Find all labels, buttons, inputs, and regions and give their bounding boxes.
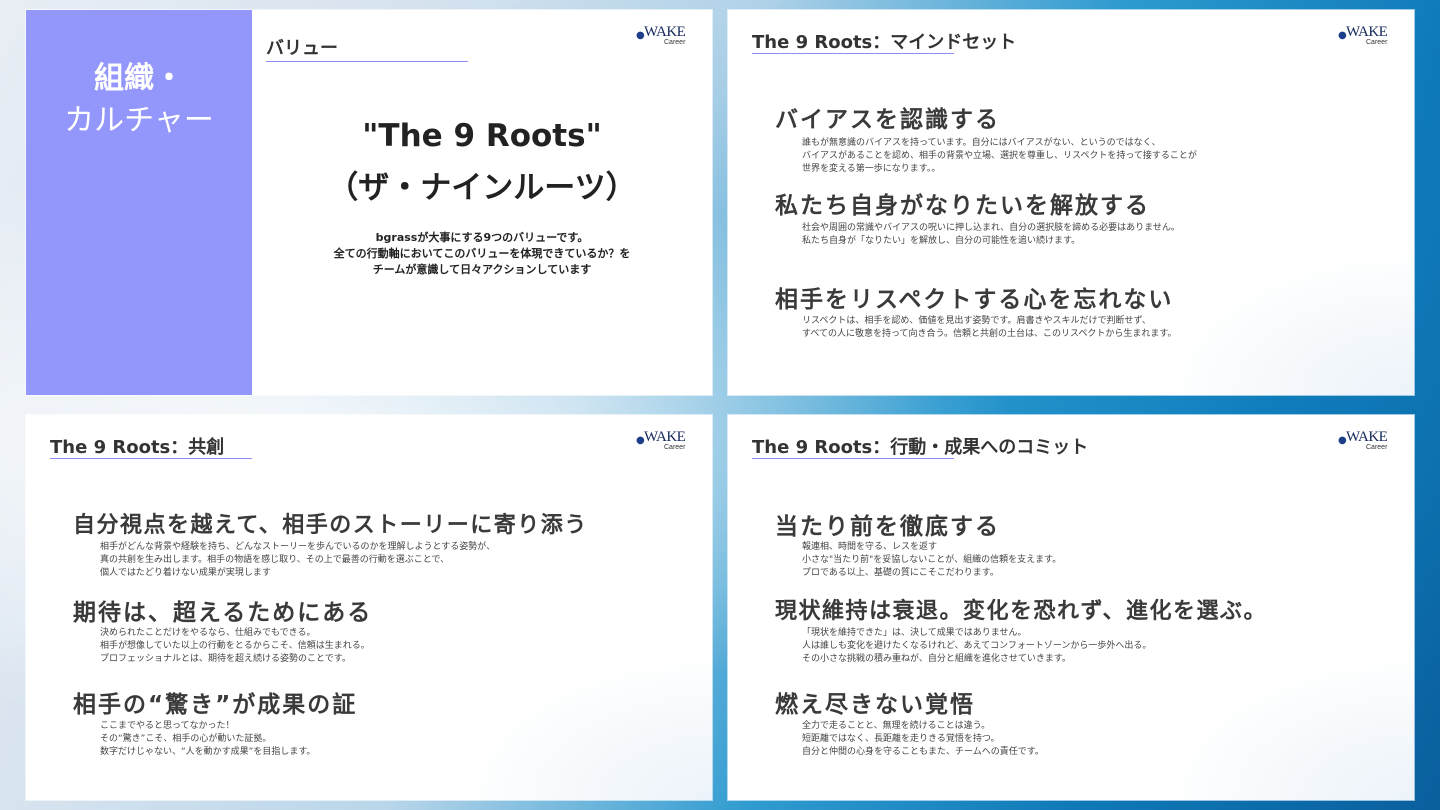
main-title-line1: "The 9 Roots" — [362, 118, 602, 154]
wake-logo: ● WAKE Career — [1338, 24, 1388, 46]
header-underline — [752, 53, 954, 54]
slide-header: The 9 Roots：マインドセット — [752, 32, 1017, 53]
slide-header: The 9 Roots：共創 — [50, 437, 225, 458]
value-description: 全力で走ることと、無理を続けることは違う。 短距離ではなく、長距離を走りきる覚悟… — [802, 721, 1044, 757]
slide-header: The 9 Roots：行動・成果へのコミット — [752, 437, 1089, 458]
value-description: リスペクトは、相手を認め、価値を見出す姿勢です。肩書きやスキルだけで判断せず、 … — [802, 316, 1177, 339]
wake-logo: ● WAKE Career — [1338, 429, 1388, 451]
value-description: 「現状を維持できた」は、決して成果ではありません。 人は誰しも変化を避けたくなる… — [802, 628, 1152, 664]
value-description: 誰もが無意識のバイアスを持っています。自分にはバイアスがない、というのではなく、… — [802, 138, 1197, 174]
header-underline — [50, 458, 252, 459]
description: bgrassが大事にする9つのバリューです。 全ての行動軸においてこのバリューを… — [333, 231, 631, 276]
side-panel: 組織・ カルチャー — [26, 10, 252, 395]
value-description: 相手がどんな背景や経験を持ち、どんなストーリーを歩んでいるのかを理解しようとする… — [100, 542, 496, 578]
value-description: ここまでやると思ってなかった！ その“驚き”こそ、相手の心が動いた証拠。 数字だ… — [100, 721, 316, 757]
value-title: 期待は、超えるためにある — [73, 600, 373, 626]
header-underline — [266, 61, 468, 62]
header-underline — [752, 458, 954, 459]
value-title: 相手の“驚き”が成果の証 — [73, 692, 358, 718]
value-title: 現状維持は衰退。変化を恐れず、進化を選ぶ。 — [775, 599, 1267, 624]
wake-logo: ● WAKE Career — [636, 24, 686, 46]
slide-values-intro: 組織・ カルチャー バリュー ● WAKE Career "The 9 Root… — [26, 10, 712, 395]
value-title: 当たり前を徹底する — [775, 514, 1000, 540]
slide-action-commitment: The 9 Roots：行動・成果へのコミット ● WAKE Career 当た… — [728, 415, 1414, 800]
value-description: 決められたことだけをやるなら、仕組みでもできる。 相手が想像していた以上の行動を… — [100, 628, 370, 664]
slide-co-creation: The 9 Roots：共創 ● WAKE Career 自分視点を越えて、相手… — [26, 415, 712, 800]
side-title-line1: 組織・ — [94, 61, 184, 96]
value-description: 社会や周囲の常識やバイアスの呪いに押し込まれ、自分の選択肢を諦める必要はありませ… — [802, 223, 1180, 246]
value-title: 相手をリスペクトする心を忘れない — [775, 287, 1174, 313]
main-title-line2: （ザ・ナインルーツ） — [327, 170, 637, 206]
value-description: 報連相、時間を守る、レスを返す 小さな"当たり前"を妥協しないことが、組織の信頼… — [802, 542, 1062, 578]
value-title: バイアスを認識する — [775, 107, 1000, 133]
value-title: 燃え尽きない覚悟 — [775, 692, 975, 718]
wake-logo: ● WAKE Career — [636, 429, 686, 451]
value-title: 自分視点を越えて、相手のストーリーに寄り添う — [73, 513, 588, 538]
side-title-line2: カルチャー — [64, 103, 214, 138]
slide-header: バリュー — [266, 38, 338, 59]
slide-mindset: The 9 Roots：マインドセット ● WAKE Career バイアスを認… — [728, 10, 1414, 395]
value-title: 私たち自身がなりたいを解放する — [775, 193, 1150, 219]
